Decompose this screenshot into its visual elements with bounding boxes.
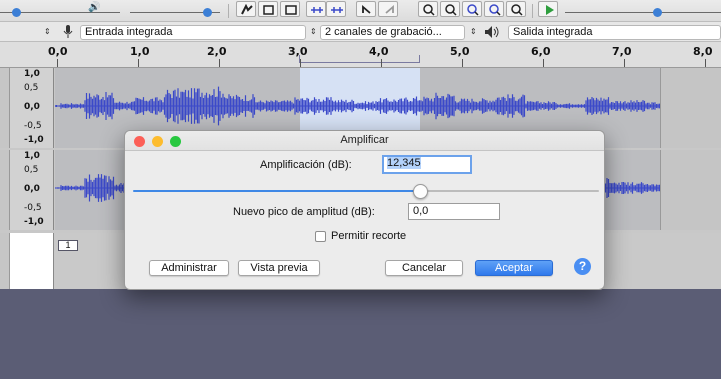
cancel-button[interactable]: Cancelar <box>385 260 463 276</box>
timeline-ruler[interactable]: 0,0 1,0 2,0 3,0 4,0 5,0 6,0 7,0 8,0 <box>0 42 721 68</box>
track-control-panel[interactable] <box>0 68 10 148</box>
playback-volume-slider[interactable] <box>203 8 212 17</box>
label-marker[interactable]: 1 <box>58 240 78 251</box>
ruler-label: 4,0 <box>369 45 389 58</box>
input-device-select[interactable]: Entrada integrada <box>80 25 306 40</box>
ruler-label: 5,0 <box>450 45 470 58</box>
play-speed-slider[interactable] <box>653 8 662 17</box>
scale-label: -1,0 <box>24 135 44 145</box>
ok-button-label: Aceptar <box>495 262 533 274</box>
output-device-value: Salida integrada <box>513 26 593 38</box>
peak-amplitude-input[interactable]: 0,0 <box>408 203 500 220</box>
redo-icon[interactable] <box>378 1 398 17</box>
channels-chevron-icon[interactable]: ⇕ <box>310 27 317 36</box>
scale-label: -0,5 <box>24 121 42 131</box>
amplification-input[interactable]: 12,345 <box>382 155 472 174</box>
selection-tool-icon[interactable] <box>236 1 256 17</box>
track-control-panel[interactable] <box>0 150 10 230</box>
recording-channels-value: 2 canales de grabació... <box>325 26 442 38</box>
ruler-label: 3,0 <box>288 45 308 58</box>
scale-label: 0,5 <box>24 165 39 175</box>
scale-label: -0,5 <box>24 203 42 213</box>
scale-label: 1,0 <box>24 151 40 161</box>
label-track-header[interactable] <box>10 233 54 289</box>
vertical-scale-left[interactable]: 1,0 0,5 0,0 -0,5 -1,0 <box>10 68 54 148</box>
zoom-toggle-icon[interactable] <box>506 1 526 17</box>
tools-toolbar: 🔊 <box>0 0 721 22</box>
device-toolbar: ⇕ Entrada integrada ⇕ 2 canales de graba… <box>0 22 721 42</box>
peak-amplitude-value: 0,0 <box>413 205 429 217</box>
undo-icon[interactable] <box>356 1 376 17</box>
help-icon[interactable]: ? <box>574 258 591 275</box>
fit-selection-icon[interactable] <box>462 1 482 17</box>
scale-label: -1,0 <box>24 217 44 227</box>
ruler-label: 0,0 <box>48 45 68 58</box>
ok-button[interactable]: Aceptar <box>475 260 553 276</box>
dialog-titlebar[interactable]: Amplificar <box>125 131 604 151</box>
vertical-scale-right[interactable]: 1,0 0,5 0,0 -0,5 -1,0 <box>10 150 54 230</box>
ruler-label: 2,0 <box>207 45 227 58</box>
play-at-speed-icon[interactable] <box>538 1 558 17</box>
scale-label: 0,5 <box>24 83 39 93</box>
allow-clipping-checkbox[interactable] <box>315 231 326 242</box>
output-chevron-icon[interactable]: ⇕ <box>470 27 477 36</box>
amplification-label: Amplificación (dB): <box>260 159 352 171</box>
ruler-selection-bracket <box>299 55 420 63</box>
amplify-dialog: Amplificar Amplificación (dB): 12,345 Nu… <box>124 130 605 290</box>
preview-button[interactable]: Vista previa <box>238 260 320 276</box>
empty-project-area[interactable] <box>0 289 721 379</box>
allow-clipping-label: Permitir recorte <box>331 230 407 242</box>
amplification-value: 12,345 <box>387 157 421 169</box>
output-device-select[interactable]: Salida integrada <box>508 25 721 40</box>
manage-button[interactable]: Administrar <box>149 260 229 276</box>
help-icon-label: ? <box>578 259 587 273</box>
amplification-slider[interactable] <box>133 184 599 199</box>
audio-host-chevron-icon[interactable]: ⇕ <box>44 27 51 36</box>
microphone-icon <box>63 25 73 38</box>
dialog-title: Amplificar <box>340 134 389 146</box>
trim-tool-icon[interactable] <box>326 1 346 17</box>
scale-label: 1,0 <box>24 69 40 79</box>
ruler-label: 8,0 <box>693 45 713 58</box>
speaker-volume-icon: 🔊 <box>88 2 101 13</box>
ruler-label: 1,0 <box>130 45 150 58</box>
manage-button-label: Administrar <box>161 262 217 274</box>
zoom-in-icon[interactable] <box>418 1 438 17</box>
zoom-out-icon[interactable] <box>440 1 460 17</box>
envelope-tool-icon[interactable] <box>258 1 278 17</box>
play-speed-slider-track <box>565 12 721 13</box>
speaker-icon <box>485 26 499 38</box>
fit-project-icon[interactable] <box>484 1 504 17</box>
scale-label: 0,0 <box>24 184 40 194</box>
cancel-button-label: Cancelar <box>401 262 447 274</box>
label-text: 1 <box>65 240 71 250</box>
preview-button-label: Vista previa <box>250 262 308 274</box>
multi-tool-icon[interactable] <box>306 1 326 17</box>
recording-volume-slider[interactable] <box>12 8 21 17</box>
input-device-value: Entrada integrada <box>85 26 173 38</box>
peak-amplitude-label: Nuevo pico de amplitud (dB): <box>233 206 375 218</box>
label-track-control[interactable] <box>0 233 10 289</box>
ruler-label: 7,0 <box>612 45 632 58</box>
amplification-slider-knob[interactable] <box>413 184 428 199</box>
draw-tool-icon[interactable] <box>280 1 300 17</box>
recording-channels-select[interactable]: 2 canales de grabació... <box>320 25 465 40</box>
ruler-label: 6,0 <box>531 45 551 58</box>
scale-label: 0,0 <box>24 102 40 112</box>
